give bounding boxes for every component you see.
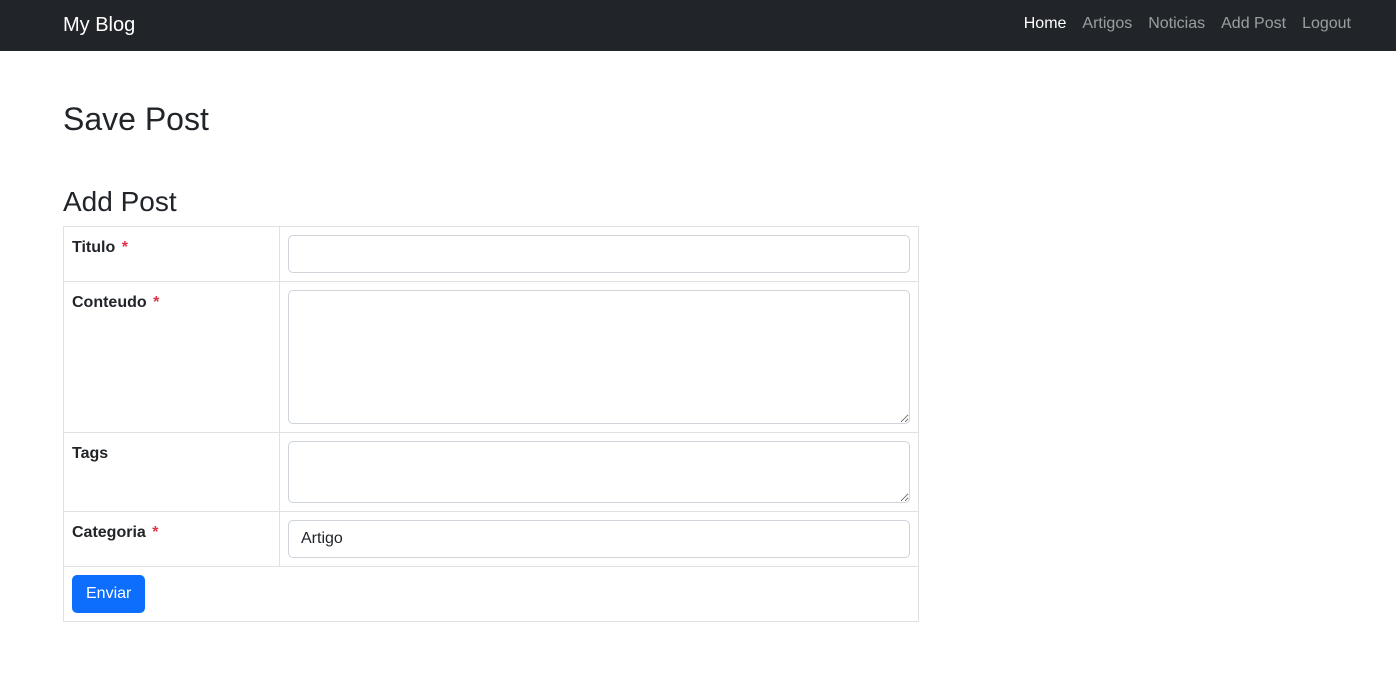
conteudo-textarea[interactable] xyxy=(288,290,910,424)
page-title: Save Post xyxy=(63,101,209,137)
form-row-submit: Enviar xyxy=(63,566,919,622)
add-post-form: Titulo * Conteudo * Tags Categoria * Art… xyxy=(63,226,919,622)
label-cell-conteudo: Conteudo * xyxy=(63,281,280,433)
label-cell-categoria: Categoria * xyxy=(63,511,280,567)
titulo-input[interactable] xyxy=(288,235,910,273)
nav-link-artigos[interactable]: Artigos xyxy=(1082,13,1132,35)
required-marker: * xyxy=(153,294,160,311)
section-title: Add Post xyxy=(63,186,177,217)
nav-link-add-post[interactable]: Add Post xyxy=(1221,13,1286,35)
brand-link[interactable]: My Blog xyxy=(63,11,135,39)
nav-links: Home Artigos Noticias Add Post Logout xyxy=(1024,13,1351,35)
enviar-button[interactable]: Enviar xyxy=(72,575,146,613)
tags-textarea[interactable] xyxy=(288,441,910,503)
input-cell-tags xyxy=(279,432,919,512)
categoria-input[interactable] xyxy=(288,520,910,558)
form-row-conteudo: Conteudo * xyxy=(63,281,919,433)
form-row-titulo: Titulo * xyxy=(63,226,919,282)
input-cell-titulo xyxy=(279,226,919,282)
label-cell-tags: Tags xyxy=(63,432,280,512)
required-marker: * xyxy=(121,239,128,256)
input-cell-categoria xyxy=(279,511,919,567)
required-marker: * xyxy=(152,524,159,541)
submit-cell: Enviar xyxy=(63,566,919,622)
categoria-label: Categoria xyxy=(72,524,146,541)
nav-link-noticias[interactable]: Noticias xyxy=(1148,13,1205,35)
top-navbar: My Blog Home Artigos Noticias Add Post L… xyxy=(0,0,1396,51)
tags-label: Tags xyxy=(72,445,109,462)
nav-link-home[interactable]: Home xyxy=(1024,13,1067,35)
titulo-label: Titulo xyxy=(72,239,116,256)
form-row-tags: Tags xyxy=(63,432,919,512)
nav-link-logout[interactable]: Logout xyxy=(1302,13,1351,35)
label-cell-titulo: Titulo * xyxy=(63,226,280,282)
input-cell-conteudo xyxy=(279,281,919,433)
form-row-categoria: Categoria * xyxy=(63,511,919,567)
conteudo-label: Conteudo xyxy=(72,294,147,311)
